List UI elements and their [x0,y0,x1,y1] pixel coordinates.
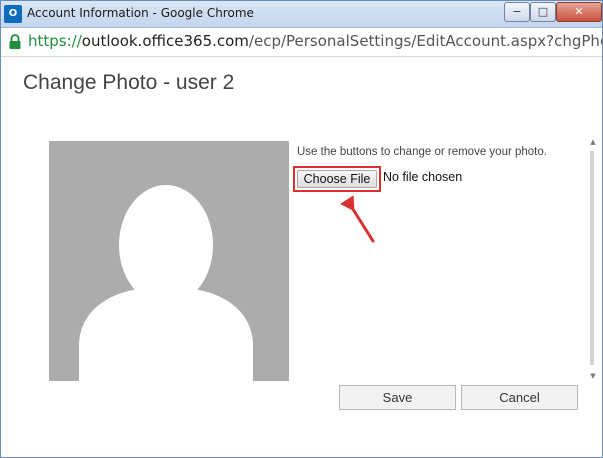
save-button[interactable]: Save [339,385,456,410]
scroll-down-icon[interactable]: ▼ [587,371,599,381]
arrow-pointer-icon [340,195,375,243]
url-text[interactable]: https://outlook.office365.com/ecp/Person… [28,32,603,50]
choose-file-button[interactable]: Choose File [297,170,377,188]
file-status-text: No file chosen [383,170,463,184]
lock-icon [9,34,21,49]
scroll-up-icon[interactable]: ▲ [587,137,599,147]
outlook-icon: O [4,5,22,23]
close-button[interactable]: ✕ [556,2,602,22]
page-title: Change Photo - user 2 [23,71,235,94]
person-silhouette-icon [79,185,253,381]
url-scheme: https:// [28,32,82,50]
address-bar[interactable]: https://outlook.office365.com/ecp/Person… [1,28,602,57]
photo-instructions: Use the buttons to change or remove your… [297,146,547,158]
profile-photo [49,141,289,381]
dialog-scrollbar[interactable]: ▲ ▼ [587,135,599,383]
cancel-button[interactable]: Cancel [461,385,578,410]
browser-window: O Account Information - Google Chrome − … [0,0,603,458]
url-path: /ecp/PersonalSettings/EditAccount.aspx?c… [248,32,603,50]
url-host: outlook.office365.com [81,32,249,50]
window-title: Account Information - Google Chrome [27,6,254,20]
maximize-button[interactable]: □ [530,2,556,22]
title-bar[interactable]: O Account Information - Google Chrome − … [1,1,602,28]
scroll-track[interactable] [590,151,594,365]
minimize-button[interactable]: − [504,2,530,22]
